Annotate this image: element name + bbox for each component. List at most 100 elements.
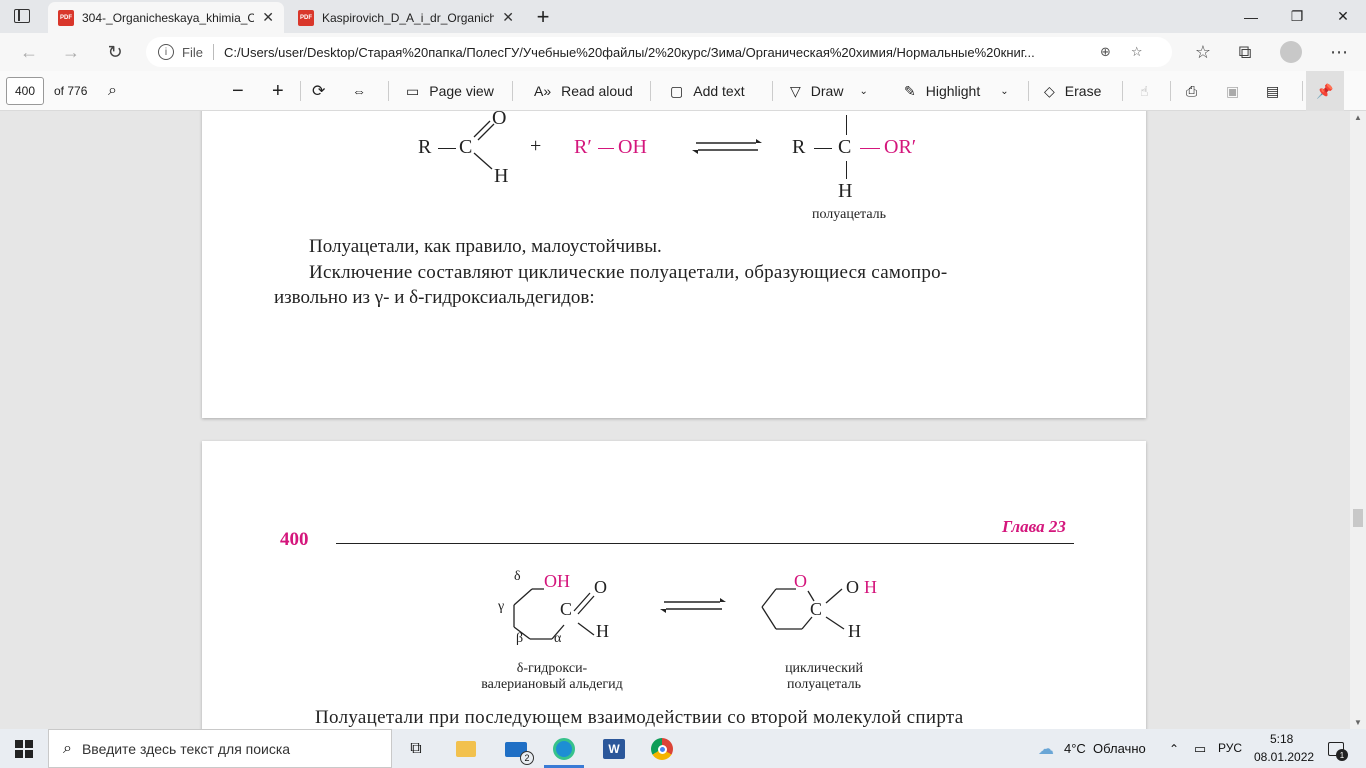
add-text-button[interactable]: ▢ Add text: [670, 71, 745, 111]
word-icon[interactable]: W: [600, 735, 628, 763]
zoom-out-icon[interactable]: −: [232, 71, 244, 111]
aldehyde-o: O: [492, 111, 507, 129]
read-aloud-label: Read aloud: [561, 83, 633, 99]
scroll-down-icon[interactable]: ▼: [1354, 718, 1362, 727]
page-view-label: Page view: [429, 83, 494, 99]
pdf-icon: PDF: [298, 9, 314, 26]
o-ring: O: [794, 571, 807, 591]
minimize-icon[interactable]: —: [1228, 0, 1274, 33]
c-left: C: [560, 599, 573, 619]
fit-page-icon[interactable]: ⇔: [352, 71, 366, 111]
right-caption-line-2: полуацеталь: [786, 677, 862, 692]
word-letter: W: [603, 739, 625, 759]
bond: [846, 161, 848, 179]
avatar[interactable]: [1276, 33, 1306, 71]
chevron-down-icon[interactable]: ⌄: [1000, 86, 1008, 97]
weather-icon[interactable]: ☁: [1032, 735, 1060, 763]
rotate-icon[interactable]: ⟳: [312, 71, 325, 111]
product-c: C: [838, 136, 852, 158]
read-aloud-button[interactable]: A» Read aloud: [534, 71, 633, 111]
scroll-up-icon[interactable]: ▲: [1354, 113, 1362, 122]
draw-icon: ▽: [790, 82, 801, 99]
equilibrium-arrows: [660, 598, 726, 613]
notification-count: 1: [1336, 749, 1348, 761]
pdf-toolbar: 400 of 776 ⌕ − + ⟳ ⇔ ▭ Page view A» Read…: [0, 71, 1366, 111]
print-icon[interactable]: ⎙: [1186, 71, 1197, 111]
forward-icon[interactable]: →: [56, 33, 86, 71]
tab-pdf-2[interactable]: PDF Kaspirovich_D_A_i_dr_Organiche ✕: [288, 2, 524, 33]
c-right: C: [810, 599, 823, 619]
divider: [1028, 81, 1029, 101]
gamma-label: γ: [498, 599, 505, 614]
close-icon[interactable]: ✕: [502, 9, 514, 26]
alcohol-oh: OH: [618, 136, 647, 158]
divider: [1302, 81, 1303, 101]
chevron-up-icon[interactable]: ⌃: [1160, 735, 1188, 763]
highlight-button[interactable]: ✎ Highlight ⌄: [904, 71, 1009, 111]
paragraph: Исключение составляют циклические полуац…: [309, 262, 948, 283]
mail-icon[interactable]: 2: [502, 735, 534, 765]
new-tab-icon[interactable]: +: [524, 0, 562, 33]
save-icon[interactable]: ▣: [1226, 71, 1239, 111]
chrome-icon[interactable]: [648, 735, 676, 763]
header-rule: [336, 543, 1074, 544]
page-number-input[interactable]: 400: [6, 77, 44, 105]
divider: [212, 44, 214, 60]
erase-button[interactable]: ◇ Erase: [1044, 71, 1101, 111]
url-text[interactable]: C:/Users/user/Desktop/Старая%20папка/Пол…: [224, 45, 1092, 60]
info-icon[interactable]: i: [158, 44, 174, 60]
collections-icon[interactable]: ⧉: [1230, 33, 1260, 71]
tab-pdf-1[interactable]: PDF 304-_Organicheskaya_khimia_Ch ✕: [48, 2, 284, 33]
highlight-label: Highlight: [925, 83, 981, 99]
read-aloud-icon: A»: [534, 83, 552, 99]
scheme-label: File: [182, 44, 203, 60]
close-icon[interactable]: ✕: [262, 9, 274, 26]
scrollbar[interactable]: ▲ ▼: [1350, 111, 1366, 729]
zoom-icon[interactable]: ⊕: [1100, 44, 1111, 60]
zoom-in-icon[interactable]: +: [272, 71, 284, 111]
close-window-icon[interactable]: ✕: [1320, 0, 1366, 33]
date-label[interactable]: 08.01.2022: [1254, 750, 1314, 764]
search-icon: ⌕: [63, 739, 72, 757]
favorites-icon[interactable]: ☆: [1188, 33, 1218, 71]
refresh-icon[interactable]: ↻: [100, 33, 130, 71]
page-view-button[interactable]: ▭ Page view: [406, 71, 494, 111]
tab-title: 304-_Organicheskaya_khimia_Ch: [82, 10, 254, 25]
search-input[interactable]: ⌕ Введите здесь текст для поиска: [48, 729, 392, 768]
chevron-down-icon[interactable]: ⌄: [859, 86, 867, 97]
notification-icon[interactable]: 1: [1322, 735, 1350, 763]
language-indicator[interactable]: РУС: [1218, 741, 1242, 755]
url-field[interactable]: i File C:/Users/user/Desktop/Старая%20па…: [146, 37, 1172, 67]
network-icon[interactable]: ▭: [1186, 735, 1214, 763]
time-label[interactable]: 5:18: [1270, 732, 1293, 746]
oh-right-h: H: [864, 577, 877, 597]
page-view-icon: ▭: [406, 82, 420, 99]
windows-start-icon[interactable]: [10, 735, 38, 763]
edge-icon[interactable]: [550, 735, 578, 763]
draw-button[interactable]: ▽ Draw ⌄: [790, 71, 868, 111]
save-as-icon[interactable]: ▤: [1266, 71, 1279, 111]
restore-icon[interactable]: ❐: [1274, 0, 1320, 33]
product-r: R: [792, 136, 806, 158]
divider: [1170, 81, 1171, 101]
bond: [598, 148, 614, 150]
pin-toolbar-icon[interactable]: 📌: [1306, 71, 1344, 111]
back-icon[interactable]: ←: [14, 33, 44, 71]
file-explorer-icon[interactable]: [452, 735, 480, 763]
divider: [512, 81, 513, 101]
add-favorite-icon[interactable]: ☆: [1131, 44, 1143, 60]
tab-actions-icon[interactable]: [14, 9, 30, 23]
left-caption-line-1: δ-гидрокси-: [516, 661, 588, 676]
divider: [1122, 81, 1123, 101]
scroll-thumb[interactable]: [1353, 509, 1363, 527]
weather-label[interactable]: 4°C Облачно: [1064, 741, 1146, 756]
task-view-icon[interactable]: ⧉: [402, 735, 430, 763]
more-icon[interactable]: ⋯: [1324, 33, 1354, 71]
divider: [388, 81, 389, 101]
search-icon[interactable]: ⌕: [108, 71, 117, 111]
touch-icon[interactable]: ☝: [1140, 71, 1149, 111]
aldehyde-r: R: [418, 136, 432, 158]
pdf-icon: PDF: [58, 9, 74, 26]
divider: [772, 81, 773, 101]
oh-left: OH: [544, 571, 570, 591]
